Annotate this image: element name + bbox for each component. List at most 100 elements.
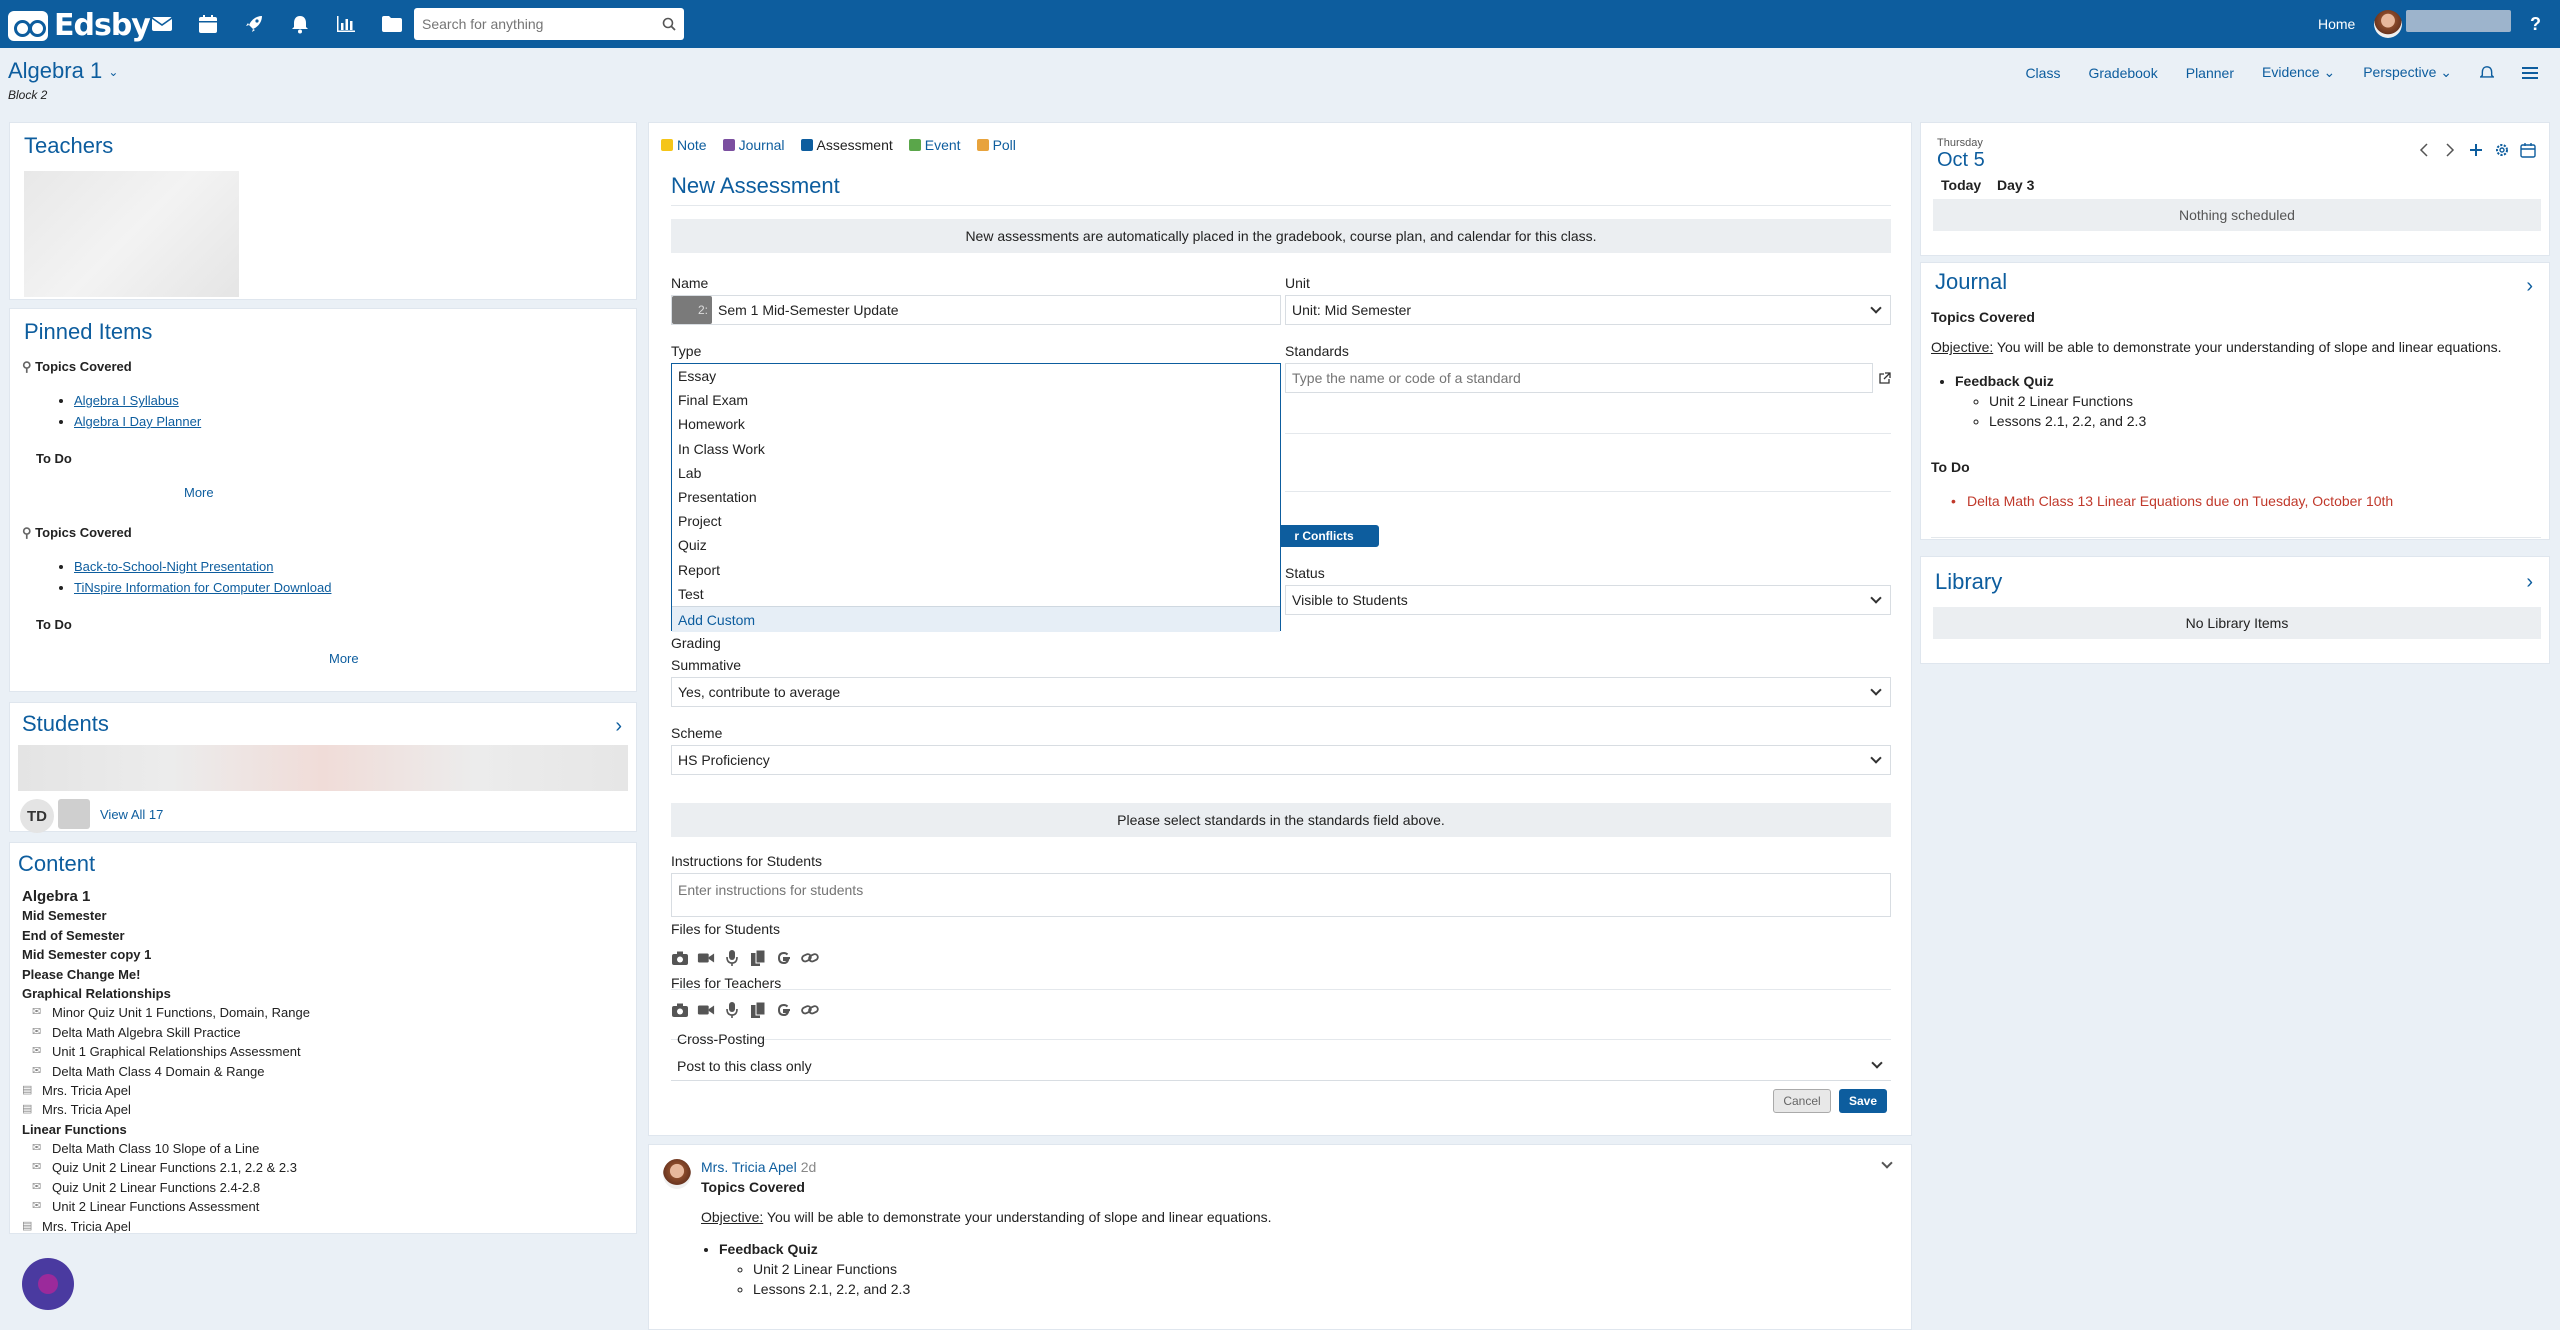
google-icon[interactable] xyxy=(775,1001,793,1019)
help-icon[interactable]: ? xyxy=(2530,14,2541,35)
pinned-link[interactable]: Algebra I Syllabus xyxy=(74,393,179,408)
pinned-link[interactable]: TiNspire Information for Computer Downlo… xyxy=(74,580,331,595)
content-item[interactable]: ✉ Unit 2 Linear Functions Assessment xyxy=(22,1197,622,1216)
nav-class[interactable]: Class xyxy=(2025,65,2060,81)
content-item[interactable]: ✉ Minor Quiz Unit 1 Functions, Domain, Ra… xyxy=(22,1003,622,1022)
type-option[interactable]: Quiz xyxy=(672,533,1280,557)
student-photos-blurred[interactable] xyxy=(18,745,628,791)
standards-field[interactable] xyxy=(1285,363,1873,393)
type-option[interactable]: Report xyxy=(672,558,1280,582)
type-option[interactable]: Presentation xyxy=(672,485,1280,509)
crossposting-select[interactable]: Post to this class only xyxy=(671,1051,1891,1081)
nav-gradebook[interactable]: Gradebook xyxy=(2088,65,2157,81)
user-avatar[interactable] xyxy=(2374,10,2402,38)
link-icon[interactable] xyxy=(801,1001,819,1019)
content-item[interactable]: ▤ Mrs. Tricia Apel xyxy=(22,1217,622,1233)
content-item[interactable]: ✉ Delta Math Algebra Skill Practice xyxy=(22,1023,622,1042)
type-dropdown[interactable]: Essay Final Exam Homework In Class Work Lab P… xyxy=(671,363,1281,632)
post-author[interactable]: Mrs. Tricia Apel xyxy=(701,1159,797,1175)
name-field[interactable]: 2: Sem 1 Mid-Semester Update xyxy=(671,295,1281,325)
nav-planner[interactable]: Planner xyxy=(2186,65,2234,81)
more-link[interactable]: More xyxy=(329,651,359,666)
status-select[interactable]: Visible to Students xyxy=(1285,585,1891,615)
notification-bell-icon[interactable] xyxy=(2480,65,2494,81)
camera-icon[interactable] xyxy=(671,1001,689,1019)
content-item[interactable]: ✉ Delta Math Class 10 Slope of a Line xyxy=(22,1139,622,1158)
summative-select[interactable]: Yes, contribute to average xyxy=(671,677,1891,707)
calendar-icon[interactable] xyxy=(2519,141,2537,159)
rocket-icon[interactable] xyxy=(242,12,266,36)
cancel-button[interactable]: Cancel xyxy=(1773,1089,1831,1113)
microphone-icon[interactable] xyxy=(723,949,741,967)
content-item[interactable]: ▤ Mrs. Tricia Apel xyxy=(22,1081,622,1100)
content-item[interactable]: ✉ Quiz Unit 2 Linear Functions 2.1, 2.2 &… xyxy=(22,1158,622,1177)
calendar-icon[interactable] xyxy=(196,12,220,36)
content-item[interactable]: Linear Functions xyxy=(22,1120,622,1139)
author-avatar[interactable] xyxy=(663,1159,691,1189)
type-option[interactable]: Final Exam xyxy=(672,388,1280,412)
folder-icon[interactable] xyxy=(380,12,404,36)
student-initials-badge[interactable]: TD xyxy=(20,799,54,833)
link-icon[interactable] xyxy=(801,949,819,967)
scheme-select[interactable]: HS Proficiency xyxy=(671,745,1891,775)
content-item[interactable]: Mid Semester copy 1 xyxy=(22,945,622,964)
nav-perspective[interactable]: Perspective ⌄ xyxy=(2363,64,2452,81)
type-option[interactable]: In Class Work xyxy=(672,437,1280,461)
search-box[interactable] xyxy=(414,8,684,40)
gear-icon[interactable] xyxy=(2493,141,2511,159)
video-icon[interactable] xyxy=(697,949,715,967)
instructions-input[interactable] xyxy=(678,882,1890,898)
content-item[interactable]: Please Change Me! xyxy=(22,965,622,984)
search-icon[interactable] xyxy=(662,17,676,31)
microphone-icon[interactable] xyxy=(723,1001,741,1019)
user-name-blurred[interactable] xyxy=(2406,10,2511,32)
chat-assistant-button[interactable] xyxy=(22,1258,74,1310)
google-icon[interactable] xyxy=(775,949,793,967)
check-conflicts-button[interactable]: r Conflicts xyxy=(1269,525,1379,547)
chevron-right-icon[interactable]: › xyxy=(2526,275,2533,298)
student-avatar[interactable] xyxy=(58,799,90,829)
chevron-left-icon[interactable] xyxy=(2415,141,2433,159)
save-button[interactable]: Save xyxy=(1839,1089,1887,1113)
home-link[interactable]: Home xyxy=(2318,16,2355,32)
search-input[interactable] xyxy=(422,16,662,32)
content-item[interactable]: ✉ Delta Math Class 4 Domain & Range xyxy=(22,1062,622,1081)
pinned-link[interactable]: Back-to-School-Night Presentation xyxy=(74,559,273,574)
content-item[interactable]: Algebra 1 xyxy=(22,887,622,906)
menu-icon[interactable] xyxy=(2522,66,2538,80)
copy-icon[interactable] xyxy=(749,949,767,967)
journal-todo-item[interactable]: Delta Math Class 13 Linear Equations due… xyxy=(1951,493,2393,509)
chevron-right-icon[interactable] xyxy=(2441,141,2459,159)
calendar-today-label[interactable]: Today xyxy=(1941,177,1981,193)
content-item[interactable]: ▤ Mrs. Tricia Apel xyxy=(22,1100,622,1119)
chevron-down-icon[interactable] xyxy=(1881,1157,1893,1169)
add-icon[interactable] xyxy=(2467,141,2485,159)
content-item[interactable]: Mid Semester xyxy=(22,906,622,925)
type-add-custom[interactable]: Add Custom xyxy=(672,605,1280,632)
type-option[interactable]: Project xyxy=(672,509,1280,533)
post-type-event[interactable]: Event xyxy=(908,137,961,153)
type-option[interactable]: Lab xyxy=(672,461,1280,485)
camera-icon[interactable] xyxy=(671,949,689,967)
class-title[interactable]: Algebra 1 ⌄ xyxy=(8,58,118,84)
external-link-icon[interactable] xyxy=(1877,371,1891,385)
video-icon[interactable] xyxy=(697,1001,715,1019)
chevron-right-icon[interactable]: › xyxy=(615,715,622,738)
type-option[interactable]: Homework xyxy=(672,412,1280,436)
nav-evidence[interactable]: Evidence ⌄ xyxy=(2262,64,2335,81)
standards-input[interactable] xyxy=(1292,370,1872,386)
edsby-logo[interactable]: Edsby xyxy=(8,8,151,43)
content-item[interactable]: ✉ Quiz Unit 2 Linear Functions 2.4-2.8 xyxy=(22,1178,622,1197)
bell-icon[interactable] xyxy=(288,12,312,36)
content-item[interactable]: ✉ Unit 1 Graphical Relationships Assessme… xyxy=(22,1042,622,1061)
post-type-poll[interactable]: Poll xyxy=(976,137,1016,153)
chevron-right-icon[interactable]: › xyxy=(2526,571,2533,594)
content-item[interactable]: End of Semester xyxy=(22,926,622,945)
mail-icon[interactable] xyxy=(150,12,174,36)
content-item[interactable]: Graphical Relationships xyxy=(22,984,622,1003)
post-type-note[interactable]: Note xyxy=(661,137,707,153)
unit-select[interactable]: Unit: Mid Semester xyxy=(1285,295,1891,325)
pinned-link[interactable]: Algebra I Day Planner xyxy=(74,414,201,429)
teacher-photo-blurred[interactable] xyxy=(24,171,239,297)
instructions-field[interactable] xyxy=(671,873,1891,917)
